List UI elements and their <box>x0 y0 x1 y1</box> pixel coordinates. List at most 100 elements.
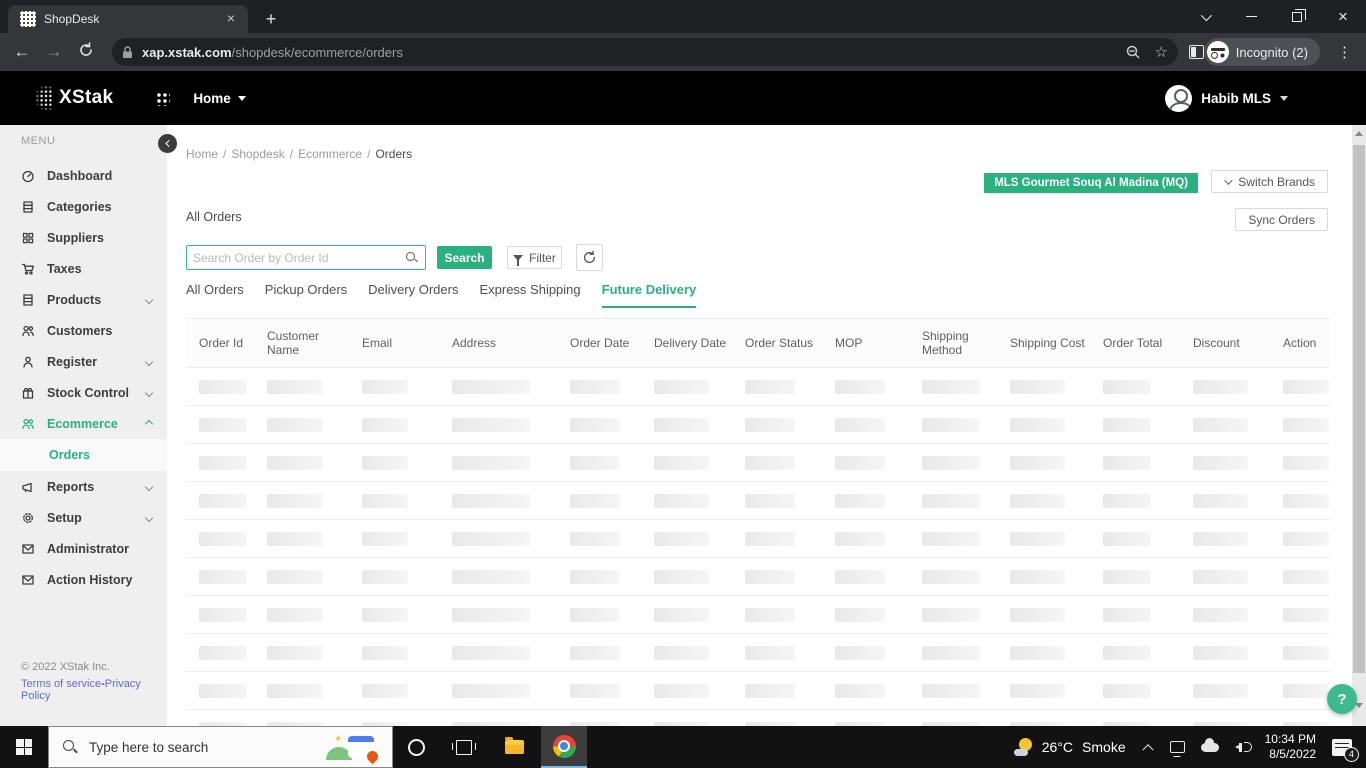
weather-moon-icon[interactable] <box>1013 738 1032 756</box>
restore-button[interactable] <box>1274 0 1320 33</box>
skeleton-placeholder <box>452 379 530 394</box>
tab-express-shipping[interactable]: Express Shipping <box>479 282 580 308</box>
tab-future-delivery[interactable]: Future Delivery <box>601 282 697 308</box>
table-cell <box>362 569 452 584</box>
scrollbar-thumb[interactable] <box>1353 145 1365 673</box>
sidebar-item-setup[interactable]: Setup <box>0 502 167 533</box>
table-cell <box>1193 683 1283 698</box>
sidebar-item-dashboard[interactable]: Dashboard <box>0 160 167 191</box>
tab-delivery-orders[interactable]: Delivery Orders <box>368 282 458 308</box>
notification-center-button[interactable]: 4 <box>1332 738 1359 762</box>
refresh-icon[interactable] <box>70 41 102 63</box>
bookmark-star-icon[interactable]: ☆ <box>1155 43 1168 61</box>
sidebar-subitem-orders[interactable]: Orders <box>0 439 167 471</box>
customers-icon <box>21 324 35 338</box>
skeleton-placeholder <box>199 569 247 584</box>
xstak-logo[interactable]: XStak <box>35 85 113 111</box>
search-button[interactable]: Search <box>437 246 492 269</box>
filter-button[interactable]: Filter <box>507 246 562 269</box>
cast-icon[interactable] <box>1169 741 1185 753</box>
page-scrollbar[interactable] <box>1352 125 1366 726</box>
skeleton-placeholder <box>745 531 795 546</box>
start-button[interactable] <box>0 726 48 768</box>
user-menu[interactable]: Habib MLS <box>1165 84 1288 112</box>
help-button[interactable]: ? <box>1327 684 1357 714</box>
address-bar[interactable]: xap.xstak.com/shopdesk/ecommerce/orders … <box>112 38 1178 66</box>
skeleton-placeholder <box>1193 455 1248 470</box>
side-panel-icon[interactable] <box>1189 45 1204 59</box>
sidebar-item-taxes[interactable]: Taxes <box>0 253 167 284</box>
back-icon[interactable]: ← <box>6 42 38 62</box>
file-explorer-button[interactable] <box>491 726 537 768</box>
chrome-taskbar-button[interactable] <box>541 726 587 768</box>
sidebar-item-ecommerce[interactable]: Ecommerce <box>0 408 167 439</box>
onedrive-icon[interactable] <box>1200 737 1219 752</box>
breadcrumb-ecommerce[interactable]: Ecommerce <box>298 147 362 161</box>
browser-menu-icon[interactable]: ⋮ <box>1337 43 1352 61</box>
table-cell <box>1103 683 1193 698</box>
zoom-indicator-icon[interactable] <box>1126 45 1141 60</box>
app-launcher-icon[interactable] <box>155 90 171 106</box>
chevron-down-icon <box>144 388 154 397</box>
skeleton-placeholder <box>199 607 247 622</box>
skeleton-placeholder <box>362 455 408 470</box>
skeleton-placeholder <box>835 607 885 622</box>
new-tab-button[interactable]: + <box>258 7 284 31</box>
sidebar-item-categories[interactable]: Categories <box>0 191 167 222</box>
sidebar-item-stock-control[interactable]: Stock Control <box>0 377 167 408</box>
incognito-badge[interactable]: Incognito (2) <box>1203 38 1320 66</box>
skeleton-placeholder <box>745 645 795 660</box>
table-cell <box>922 683 1010 698</box>
tray-chevron-up-icon[interactable] <box>1141 744 1154 756</box>
switch-brands-button[interactable]: Switch Brands <box>1211 170 1328 193</box>
minimize-button[interactable] <box>1228 0 1274 33</box>
search-icon <box>406 252 417 263</box>
forward-icon[interactable]: → <box>38 42 70 62</box>
skeleton-placeholder <box>1283 455 1329 470</box>
close-button[interactable]: × <box>1320 0 1366 33</box>
cortana-button[interactable] <box>393 726 439 768</box>
table-cell <box>835 493 922 508</box>
skeleton-placeholder <box>362 531 408 546</box>
sidebar-item-suppliers[interactable]: Suppliers <box>0 222 167 253</box>
weather-condition[interactable]: Smoke <box>1082 739 1126 755</box>
sidebar-item-customers[interactable]: Customers <box>0 315 167 346</box>
search-row: Search Filter <box>186 244 603 271</box>
task-view-button[interactable] <box>441 726 487 768</box>
column-header: Customer Name <box>267 328 320 357</box>
breadcrumb-home[interactable]: Home <box>186 147 218 161</box>
folder-icon <box>504 737 524 754</box>
table-cell <box>570 379 654 394</box>
table-cell <box>835 569 922 584</box>
taskbar-search[interactable]: Type here to search ✦ <box>48 726 393 768</box>
scroll-up-icon[interactable] <box>1355 131 1363 136</box>
sidebar-item-reports[interactable]: Reports <box>0 471 167 502</box>
table-cell <box>1193 607 1283 622</box>
tab-search-chevron-icon[interactable] <box>1182 0 1228 33</box>
weather-temp[interactable]: 26°C <box>1042 739 1073 755</box>
sidebar-item-action-history[interactable]: Action History <box>0 564 167 595</box>
volume-icon[interactable] <box>1234 740 1252 754</box>
table-cell <box>745 531 835 546</box>
skeleton-placeholder <box>570 417 620 432</box>
taskbar-clock[interactable]: 10:34 PM 8/5/2022 <box>1265 732 1316 762</box>
tab-close-icon[interactable]: × <box>222 10 240 28</box>
tab-pickup-orders[interactable]: Pickup Orders <box>265 282 347 308</box>
table-row <box>186 482 1330 520</box>
terms-link[interactable]: Terms of service <box>21 678 101 690</box>
breadcrumb-shopdesk[interactable]: Shopdesk <box>231 147 284 161</box>
sidebar-item-products[interactable]: Products <box>0 284 167 315</box>
sidebar-collapse-button[interactable] <box>158 134 177 153</box>
skeleton-placeholder <box>654 607 709 622</box>
skeleton-placeholder <box>745 455 795 470</box>
sidebar-item-administrator[interactable]: Administrator <box>0 533 167 564</box>
sidebar-item-register[interactable]: Register <box>0 346 167 377</box>
tab-all-orders[interactable]: All Orders <box>186 282 244 308</box>
search-input[interactable] <box>193 250 406 265</box>
sync-orders-button[interactable]: Sync Orders <box>1235 208 1328 231</box>
browser-tab[interactable]: ShopDesk × <box>8 5 248 33</box>
table-cell <box>199 379 267 394</box>
nav-home-dropdown[interactable]: Home <box>193 91 246 106</box>
register-icon <box>21 355 35 369</box>
refresh-orders-button[interactable] <box>576 244 603 271</box>
